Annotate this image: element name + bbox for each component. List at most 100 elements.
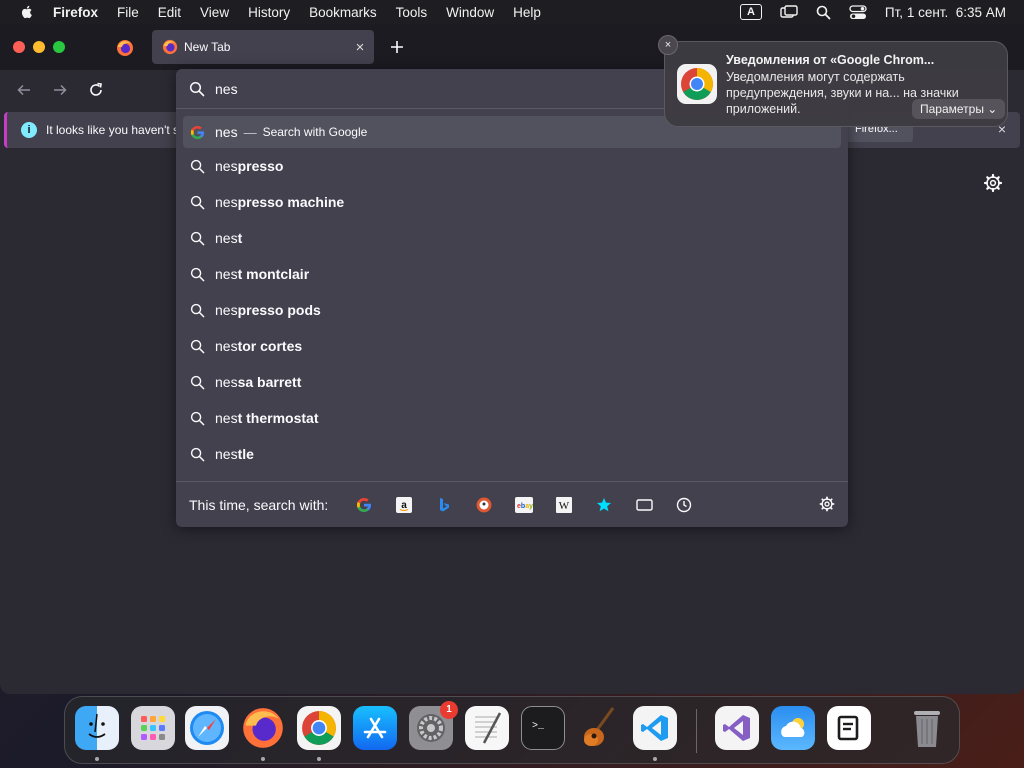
menu-edit[interactable]: Edit: [158, 5, 181, 20]
bookmarks-engine-button[interactable]: [584, 490, 624, 520]
suggestion-completion-text: tor cortes: [237, 338, 303, 354]
menu-help[interactable]: Help: [513, 5, 541, 20]
firefox-logo-icon: [243, 708, 283, 748]
dock-system-settings[interactable]: 1: [409, 701, 458, 750]
suggestion-typed-text: nes: [215, 374, 238, 390]
dock-garageband[interactable]: [577, 706, 621, 750]
reload-button[interactable]: [84, 78, 108, 102]
search-icon: [189, 81, 205, 96]
menu-bar: Firefox File Edit View History Bookmarks…: [0, 0, 1024, 24]
app-name-menu[interactable]: Firefox: [53, 5, 98, 20]
apple-logo-icon[interactable]: [19, 4, 35, 20]
note-list-icon: [837, 715, 859, 741]
suggestion-typed-text: nes: [215, 158, 238, 174]
history-icon: [677, 497, 692, 512]
input-source-indicator[interactable]: A: [739, 4, 762, 20]
search-suggestion-row[interactable]: nes presso: [183, 148, 841, 184]
suggestion-typed-text: nes: [215, 230, 238, 246]
new-tab-button[interactable]: [384, 34, 410, 60]
dock-firefox[interactable]: [241, 706, 285, 750]
search-suggestion-row[interactable]: nes tle: [183, 436, 841, 472]
notification-options-button[interactable]: Параметры ⌄: [912, 99, 1006, 119]
svg-text:W: W: [559, 500, 570, 512]
suggestion-typed-text: nes: [215, 194, 238, 210]
search-icon: [189, 374, 205, 390]
screen-mirroring-icon[interactable]: [780, 5, 798, 19]
firefox-logo-icon: [162, 39, 178, 55]
menu-window[interactable]: Window: [446, 5, 494, 20]
dock-finder[interactable]: [75, 706, 119, 750]
search-settings-gear-icon[interactable]: [818, 495, 836, 513]
notification-title: Уведомления от «Google Chrom...: [726, 53, 935, 67]
dock-google-chrome[interactable]: [297, 706, 341, 750]
search-suggestion-row[interactable]: nes presso pods: [183, 292, 841, 328]
amazon-engine-button[interactable]: a: [384, 490, 424, 520]
menu-history[interactable]: History: [248, 5, 290, 20]
ebay-engine-button[interactable]: ebay: [504, 490, 544, 520]
notification-close-button[interactable]: ×: [658, 35, 678, 55]
new-tab-settings-gear-icon[interactable]: [982, 172, 1004, 194]
result-action-text: Search with Google: [262, 125, 368, 139]
tabs-engine-button[interactable]: [624, 490, 664, 520]
forward-button[interactable]: [48, 78, 72, 102]
search-suggestion-row[interactable]: nes tor cortes: [183, 328, 841, 364]
menu-tools[interactable]: Tools: [396, 5, 428, 20]
close-window-button[interactable]: [13, 41, 25, 53]
suggestion-completion-text: t: [237, 230, 243, 246]
google-engine-button[interactable]: [344, 490, 384, 520]
bing-icon: [440, 497, 450, 511]
suggestion-typed-text: nes: [215, 410, 238, 426]
search-icon: [189, 158, 205, 174]
pinned-firefox-tab[interactable]: [105, 32, 145, 64]
chrome-notification-banner[interactable]: × Уведомления от «Google Chrom... Уведом…: [658, 35, 1008, 127]
spotlight-search-icon[interactable]: [816, 5, 831, 20]
dock-textedit[interactable]: [465, 706, 509, 750]
vscode-icon: [641, 715, 668, 741]
search-suggestion-row[interactable]: nes t thermostat: [183, 400, 841, 436]
zoom-window-button[interactable]: [53, 41, 65, 53]
search-icon: [189, 446, 205, 462]
search-suggestion-row[interactable]: nes presso machine: [183, 184, 841, 220]
duckduckgo-engine-button[interactable]: [464, 490, 504, 520]
control-center-icon[interactable]: [849, 4, 867, 20]
history-engine-button[interactable]: [664, 490, 704, 520]
search-icon: [189, 338, 205, 354]
search-suggestion-row[interactable]: nes sa barrett: [183, 364, 841, 400]
address-input[interactable]: nes: [215, 81, 238, 97]
wikipedia-engine-button[interactable]: W: [544, 490, 584, 520]
menu-bookmarks[interactable]: Bookmarks: [309, 5, 377, 20]
launchpad-icon: [141, 716, 165, 740]
bing-engine-button[interactable]: [424, 490, 464, 520]
guitar-icon: [584, 707, 615, 746]
suggestion-typed-text: nes: [215, 338, 238, 354]
suggestion-typed-text: nes: [215, 266, 238, 282]
dock-vscode[interactable]: [633, 706, 677, 750]
close-tab-button[interactable]: ×: [346, 39, 374, 56]
search-suggestion-row[interactable]: nes t: [183, 220, 841, 256]
dock-launchpad[interactable]: [131, 706, 175, 750]
search-icon: [189, 230, 205, 246]
reload-icon: [90, 82, 102, 96]
search-suggestion-row[interactable]: nes t montclair: [183, 256, 841, 292]
dock-weather[interactable]: [771, 706, 815, 750]
tabs-icon: [636, 498, 653, 511]
dock-running-indicator: [653, 757, 657, 761]
info-icon: i: [21, 122, 37, 138]
dock-visual-studio[interactable]: [715, 706, 759, 750]
dock-trash[interactable]: [905, 706, 949, 750]
menu-file[interactable]: File: [117, 5, 139, 20]
tab-new-tab[interactable]: New Tab ×: [152, 30, 374, 64]
dock-safari[interactable]: [185, 706, 229, 750]
search-icon: [189, 302, 205, 318]
menubar-clock[interactable]: Пт, 1 сент. 6:35 AM: [885, 5, 1006, 20]
dock-running-indicator: [95, 757, 99, 761]
menu-view[interactable]: View: [200, 5, 229, 20]
one-off-search-bar: This time, search with: a ebay W: [176, 481, 848, 527]
suggestion-typed-text: nes: [215, 302, 238, 318]
dock-terminal[interactable]: >_: [521, 706, 565, 750]
dock-app-store[interactable]: [353, 706, 397, 750]
back-button[interactable]: [12, 78, 36, 102]
suggestion-typed-text: nes: [215, 446, 238, 462]
dock-notes-widget[interactable]: [827, 706, 871, 750]
minimize-window-button[interactable]: [33, 41, 45, 53]
